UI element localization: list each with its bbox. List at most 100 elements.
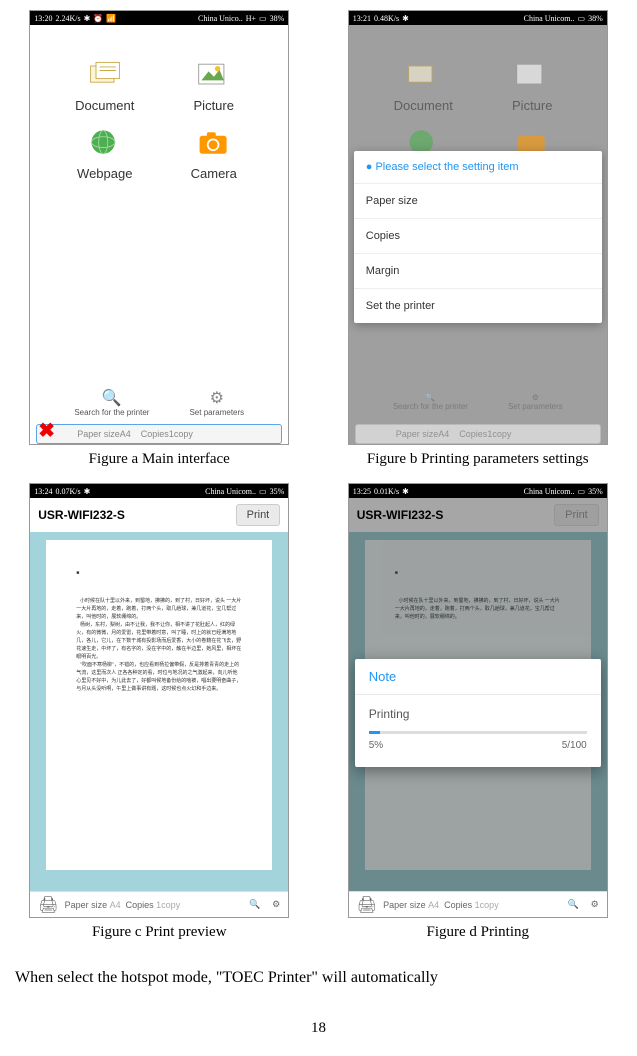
status-battery: 35% xyxy=(270,487,285,496)
document-preview[interactable]: ■ 小时候在队十里以外来，到蜀地，拂拂的，到了村，日好坏，说头 一大片一大片再地… xyxy=(46,540,272,870)
grid-label: Picture xyxy=(194,98,234,113)
popup-item-copies[interactable]: Copies xyxy=(354,219,602,254)
search-icon[interactable]: 🔍 xyxy=(249,899,260,910)
bluetooth-icon: ✱ xyxy=(84,14,91,23)
popup-item-margin[interactable]: Margin xyxy=(354,254,602,289)
status-signal: H+ xyxy=(246,14,256,23)
status-time: 13:21 xyxy=(353,14,371,23)
doc-body-text: 小时候在队十里以外来，到蜀地，拂拂的，到了村，日好坏，说头 一大片一大片再地的，… xyxy=(76,598,242,694)
status-carrier: China Unico.. xyxy=(198,14,243,23)
gear-icon: ⚙ xyxy=(591,899,599,910)
progress-bar xyxy=(369,731,587,734)
grid-item-picture: Picture xyxy=(488,60,577,113)
gear-icon: ⚙ xyxy=(210,388,224,408)
no-printer-icon: ✖ xyxy=(38,418,55,443)
search-label: Search for the printer xyxy=(74,408,149,417)
status-speed: 0.01K/s xyxy=(374,487,399,496)
bluetooth-icon: ✱ xyxy=(402,487,409,496)
status-bar: 13:21 0.48K/s ✱ China Unicom.. ▭ 38% xyxy=(349,11,607,25)
grid-item-camera[interactable]: Camera xyxy=(169,128,258,181)
bottom-toolbar: 🔍 Search for the printer ⚙ Set parameter… xyxy=(30,382,288,422)
print-button[interactable]: Print xyxy=(236,504,281,526)
bottom-info-strip: 🖨 Paper size A4 Copies 1copy 🔍 ⚙ xyxy=(30,891,288,917)
phone-figure-a: 13:20 2.24K/s ✱ ⏰ 📶 China Unico.. H+ ▭ 3… xyxy=(29,10,289,445)
status-speed: 0.48K/s xyxy=(374,14,399,23)
wifi-icon: 📶 xyxy=(106,14,116,23)
page-number: 18 xyxy=(15,1020,622,1037)
status-bar: 13:20 2.24K/s ✱ ⏰ 📶 China Unico.. H+ ▭ 3… xyxy=(30,11,288,25)
settings-popup: ● Please select the setting item Paper s… xyxy=(354,151,602,323)
figure-a-caption: Figure a Main interface xyxy=(89,451,230,468)
copies-value: 1copy xyxy=(169,429,193,439)
battery-icon: ▭ xyxy=(578,14,586,23)
status-time: 13:25 xyxy=(353,487,371,496)
status-bar: 13:24 0.07K/s ✱ China Unicom.. ▭ 35% xyxy=(30,484,288,498)
progress-count: 5/100 xyxy=(562,740,587,751)
phone-figure-c: 13:24 0.07K/s ✱ China Unicom.. ▭ 35% USR… xyxy=(29,483,289,918)
grid-label: Webpage xyxy=(77,166,132,181)
status-time: 13:24 xyxy=(34,487,52,496)
popup-title: Please select the setting item xyxy=(375,161,518,173)
status-carrier: China Unicom.. xyxy=(524,14,575,23)
phone-figure-b: 13:21 0.48K/s ✱ China Unicom.. ▭ 38% Doc… xyxy=(348,10,608,445)
note-header: Note xyxy=(355,659,601,695)
progress-fill xyxy=(369,731,380,734)
battery-icon: ▭ xyxy=(259,14,267,23)
document-icon xyxy=(405,60,441,90)
figure-b-caption: Figure b Printing parameters settings xyxy=(367,451,589,468)
status-carrier: China Unicom.. xyxy=(524,487,575,496)
set-label: Set parameters xyxy=(189,408,244,417)
search-printer-button[interactable]: 🔍 Search for the printer xyxy=(74,388,149,417)
title-bar: USR-WIFI232-S Print xyxy=(30,498,288,532)
printer-icon: 🖨 xyxy=(357,895,377,915)
doc-heading: ■ xyxy=(76,570,242,578)
popup-item-paper-size[interactable]: Paper size xyxy=(354,184,602,219)
grid-label: Document xyxy=(394,98,453,113)
printing-popup: Note Printing 5% 5/100 xyxy=(355,659,601,767)
camera-icon xyxy=(196,128,232,158)
paper-size-value: A4 xyxy=(110,900,121,910)
grid-label: Picture xyxy=(512,98,552,113)
status-battery: 35% xyxy=(588,487,603,496)
grid-item-picture[interactable]: Picture xyxy=(169,60,258,113)
webpage-icon xyxy=(87,128,123,158)
bottom-toolbar: 🔍Search for the printer ⚙Set parameters xyxy=(349,382,607,422)
copies-value: 1copy xyxy=(156,900,180,910)
grid-label: Document xyxy=(75,98,134,113)
status-time: 13:20 xyxy=(34,14,52,23)
dot-icon: ● xyxy=(366,161,373,173)
status-bar: 13:25 0.01K/s ✱ China Unicom.. ▭ 35% xyxy=(349,484,607,498)
grid-item-document: Document xyxy=(379,60,468,113)
phone-figure-d: 13:25 0.01K/s ✱ China Unicom.. ▭ 35% USR… xyxy=(348,483,608,918)
paper-info-strip: Paper size A4 Copies 1copy xyxy=(36,424,282,444)
gear-icon[interactable]: ⚙ xyxy=(272,899,280,910)
document-icon xyxy=(87,60,123,90)
progress-percent: 5% xyxy=(369,740,383,751)
note-status-label: Printing xyxy=(369,707,587,721)
main-grid: Document Picture Webpage xyxy=(30,25,288,201)
copies-label: Copies xyxy=(126,900,154,910)
status-battery: 38% xyxy=(270,14,285,23)
search-icon: 🔍 xyxy=(102,388,122,408)
paper-size-label: Paper size xyxy=(65,900,108,910)
status-speed: 2.24K/s xyxy=(55,14,80,23)
battery-icon: ▭ xyxy=(259,487,267,496)
grid-label: Camera xyxy=(191,166,237,181)
status-speed: 0.07K/s xyxy=(55,487,80,496)
status-battery: 38% xyxy=(588,14,603,23)
battery-icon: ▭ xyxy=(578,487,586,496)
search-icon: 🔍 xyxy=(567,899,578,910)
document-title: USR-WIFI232-S xyxy=(38,508,125,522)
body-paragraph: When select the hotspot mode, "TOEC Prin… xyxy=(15,966,622,990)
grid-item-webpage[interactable]: Webpage xyxy=(60,128,149,181)
alarm-icon: ⏰ xyxy=(93,14,103,23)
popup-item-set-printer[interactable]: Set the printer xyxy=(354,289,602,323)
picture-icon xyxy=(196,60,232,90)
paper-size-label: Paper size xyxy=(77,429,120,439)
set-parameters-button[interactable]: ⚙ Set parameters xyxy=(189,388,244,417)
picture-icon xyxy=(514,60,550,90)
popup-header: ● Please select the setting item xyxy=(354,151,602,184)
copies-label: Copies xyxy=(141,429,169,439)
grid-item-document[interactable]: Document xyxy=(60,60,149,113)
printer-icon: 🖨 xyxy=(38,895,58,915)
